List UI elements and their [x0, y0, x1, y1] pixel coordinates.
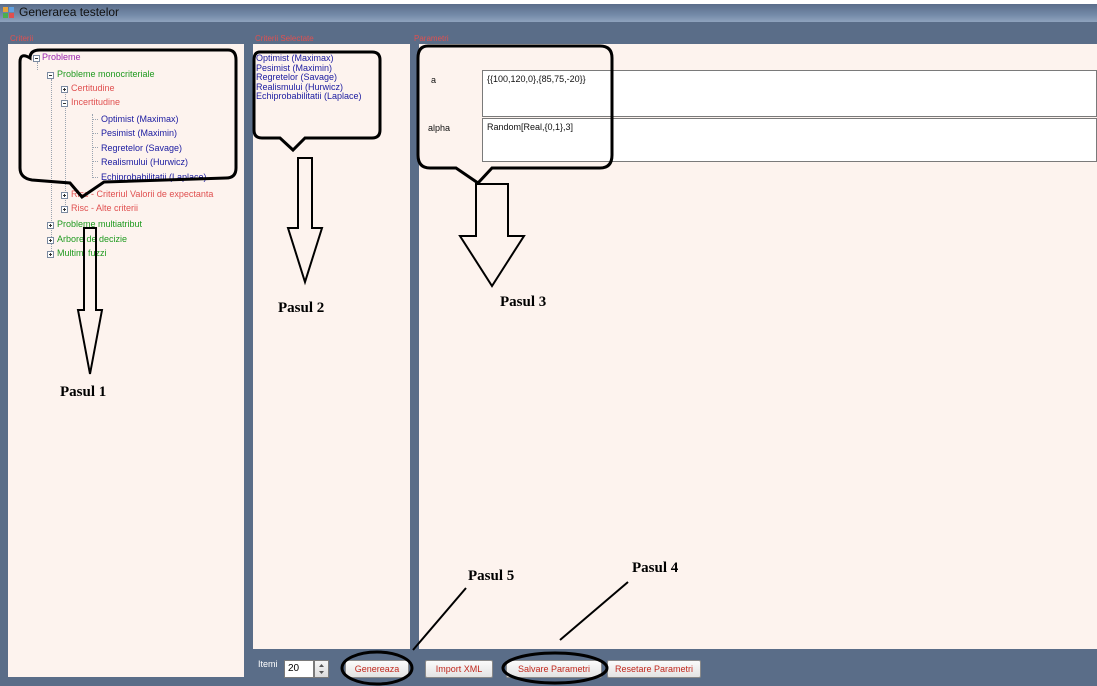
- step-4-label: Pasul 4: [632, 560, 679, 576]
- arrow-down-3: [458, 183, 526, 288]
- step-3-label: Pasul 3: [500, 294, 547, 310]
- callout-bubble-3: [416, 44, 614, 185]
- step-5-label: Pasul 5: [468, 568, 515, 584]
- arrow-down-1: [76, 227, 104, 375]
- highlight-generate-circle: [340, 650, 414, 686]
- pointer-line-4: [559, 581, 629, 641]
- step-2-label: Pasul 2: [278, 300, 325, 316]
- highlight-save-circle: [501, 651, 609, 685]
- arrow-down-2: [286, 157, 324, 286]
- step-1-label: Pasul 1: [60, 384, 107, 400]
- annotation-overlay: [18, 44, 629, 686]
- callout-bubble-1: [18, 48, 238, 199]
- callout-bubble-2: [252, 50, 382, 153]
- pointer-line-5: [412, 587, 467, 651]
